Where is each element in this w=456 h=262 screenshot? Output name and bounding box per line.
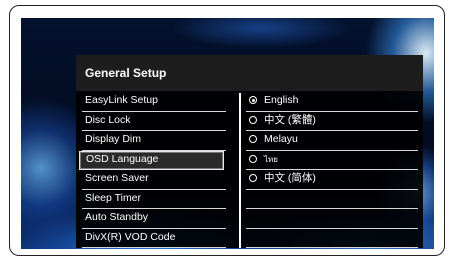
menu-item-easylink-setup[interactable]: EasyLink Setup bbox=[76, 92, 226, 112]
option-melayu[interactable]: Melayu bbox=[246, 131, 418, 151]
option-label: English bbox=[264, 94, 299, 106]
menu-item-display-dim[interactable]: Display Dim bbox=[76, 131, 226, 151]
setup-menu: EasyLink Setup Disc Lock Display Dim OSD… bbox=[76, 92, 226, 248]
tv-screen: General Setup EasyLink Setup Disc Lock D… bbox=[21, 18, 434, 249]
radio-unchecked-icon bbox=[249, 115, 257, 124]
option-chinese-simplified[interactable]: 中文 (简体) bbox=[246, 170, 418, 190]
option-label: ไทย bbox=[264, 154, 278, 164]
menu-item-disc-lock[interactable]: Disc Lock bbox=[76, 112, 226, 132]
radio-unchecked-icon bbox=[249, 154, 257, 163]
option-empty-row bbox=[246, 209, 418, 229]
option-empty-row bbox=[246, 190, 418, 210]
language-options: English 中文 (繁體) Melayu ไทย 中文 (简体) bbox=[246, 92, 418, 248]
menu-item-screen-saver[interactable]: Screen Saver bbox=[76, 170, 226, 190]
option-thai[interactable]: ไทย bbox=[246, 151, 418, 171]
panel-header: General Setup bbox=[76, 55, 423, 91]
option-chinese-traditional[interactable]: 中文 (繁體) bbox=[246, 112, 418, 132]
radio-checked-icon bbox=[249, 96, 257, 104]
option-empty-row bbox=[246, 229, 418, 249]
menu-item-osd-language[interactable]: OSD Language bbox=[79, 150, 224, 170]
option-label: Melayu bbox=[264, 133, 298, 145]
column-divider bbox=[239, 93, 241, 248]
radio-unchecked-icon bbox=[249, 135, 257, 143]
option-english[interactable]: English bbox=[246, 92, 418, 112]
menu-item-auto-standby[interactable]: Auto Standby bbox=[76, 209, 226, 229]
panel-title: General Setup bbox=[85, 66, 167, 80]
setup-panel: General Setup EasyLink Setup Disc Lock D… bbox=[76, 55, 423, 248]
option-label: 中文 (繁體) bbox=[264, 113, 316, 126]
menu-item-sleep-timer[interactable]: Sleep Timer bbox=[76, 190, 226, 210]
radio-unchecked-icon bbox=[249, 174, 257, 182]
option-label: 中文 (简体) bbox=[264, 172, 316, 184]
menu-item-divx-vod-code[interactable]: DivX(R) VOD Code bbox=[76, 229, 226, 249]
